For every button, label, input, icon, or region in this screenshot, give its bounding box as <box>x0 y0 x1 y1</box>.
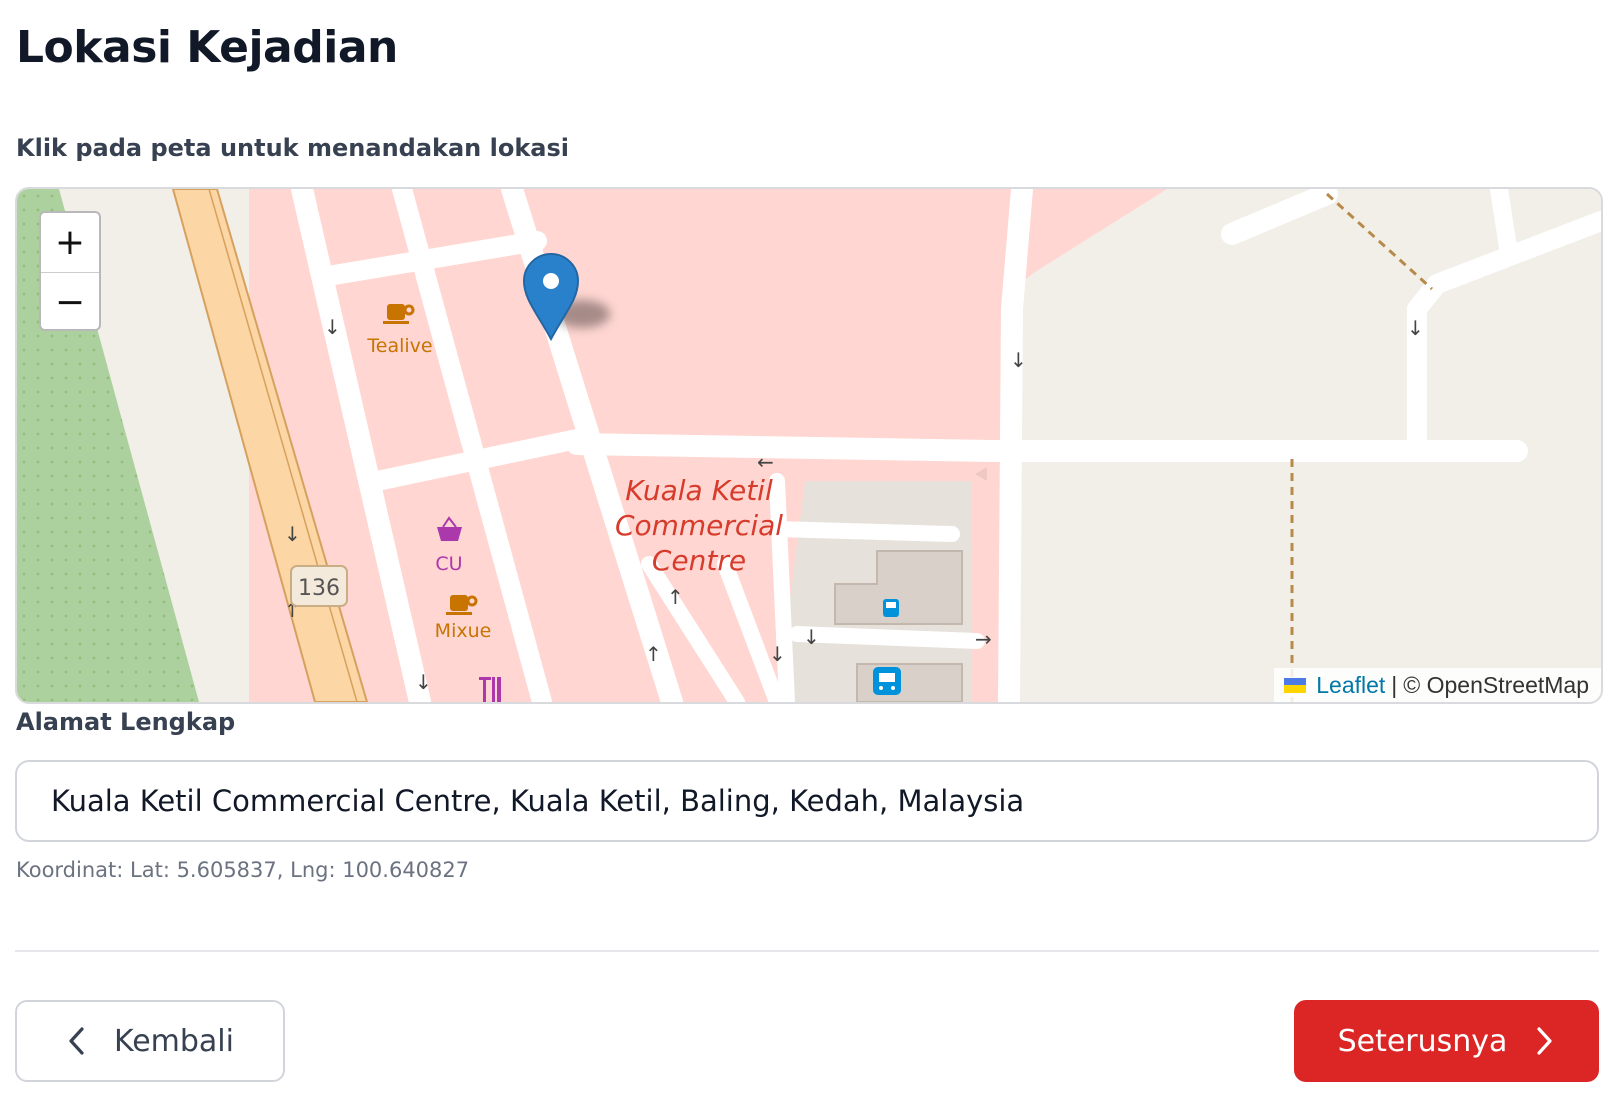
svg-text:↑: ↑ <box>667 585 684 609</box>
address-label: Alamat Lengkap <box>16 708 236 736</box>
zoom-in-button[interactable]: + <box>41 213 99 273</box>
back-button-label: Kembali <box>114 1023 234 1059</box>
address-input[interactable] <box>15 760 1599 842</box>
zoom-out-button[interactable]: − <box>41 273 99 329</box>
poi-tealive: Tealive <box>366 335 432 357</box>
area-label-line2: Commercial <box>615 509 783 542</box>
chevron-left-icon <box>69 1027 84 1055</box>
page-title: Lokasi Kejadian <box>16 22 398 73</box>
road-shield-label: 136 <box>298 576 340 601</box>
leaflet-link[interactable]: Leaflet <box>1316 672 1385 699</box>
zoom-control: + − <box>39 211 101 331</box>
map-attribution: Leaflet | © OpenStreetMap <box>1274 668 1601 702</box>
back-button[interactable]: Kembali <box>15 1000 285 1082</box>
next-button-label: Seterusnya <box>1337 1023 1508 1059</box>
svg-text:↓: ↓ <box>1010 348 1027 372</box>
map-tiles[interactable]: ↓ ↓ ↓ ← ↓ ↑ ↑ ↑ ↓ ↓ ↓ → 136 Tealive CU M… <box>17 189 1601 702</box>
osm-attribution[interactable]: © OpenStreetMap <box>1403 672 1589 699</box>
divider <box>15 950 1599 952</box>
svg-text:↓: ↓ <box>415 670 432 694</box>
poi-mixue: Mixue <box>435 620 492 642</box>
location-map[interactable]: ↓ ↓ ↓ ← ↓ ↑ ↑ ↑ ↓ ↓ ↓ → 136 Tealive CU M… <box>15 187 1603 704</box>
bus-stop-icon <box>883 599 899 617</box>
svg-text:↓: ↓ <box>769 642 786 666</box>
area-label-line1: Kuala Ketil <box>625 474 773 507</box>
svg-text:←: ← <box>757 450 774 474</box>
area-label-line3: Centre <box>652 544 746 577</box>
chevron-right-icon <box>1537 1027 1553 1055</box>
attribution-separator: | <box>1391 671 1398 698</box>
svg-text:↑: ↑ <box>645 642 662 666</box>
svg-text:↓: ↓ <box>1407 316 1424 340</box>
building-2 <box>856 663 963 702</box>
svg-text:→: → <box>975 627 992 651</box>
next-button[interactable]: Seterusnya <box>1294 1000 1599 1082</box>
svg-text:↓: ↓ <box>284 522 301 546</box>
cafe-icon <box>383 304 415 324</box>
coordinates-text: Koordinat: Lat: 5.605837, Lng: 100.64082… <box>16 858 470 882</box>
bus-station-icon <box>873 667 901 695</box>
svg-text:↓: ↓ <box>324 315 341 339</box>
ukraine-flag-icon <box>1284 677 1307 693</box>
map-hint: Klik pada peta untuk menandakan lokasi <box>16 134 570 162</box>
poi-cu: CU <box>435 553 462 575</box>
svg-text:↓: ↓ <box>803 625 820 649</box>
cafe-icon-2 <box>446 595 478 615</box>
